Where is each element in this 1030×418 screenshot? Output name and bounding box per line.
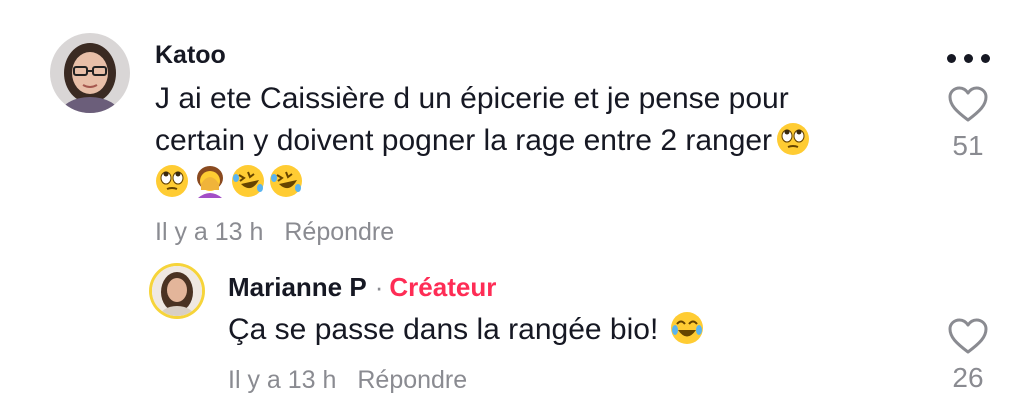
avatar[interactable] [152, 266, 202, 316]
comment-text: J ai ete Caissière d un épicerie et je p… [155, 78, 915, 204]
comment-meta: Il y a 13 h Répondre [155, 218, 394, 247]
comment-username[interactable]: Katoo [155, 41, 226, 70]
reply-button[interactable]: Répondre [284, 218, 394, 246]
more-options-icon[interactable] [947, 54, 991, 64]
creator-badge: Créateur [389, 272, 497, 302]
reply-meta: Il y a 13 h Répondre [228, 366, 467, 395]
reply-text: Ça se passe dans la rangée bio! [228, 309, 888, 351]
comment-text-line: J ai ete Caissière d un épicerie et je p… [155, 82, 789, 115]
like-count: 51 [952, 130, 984, 161]
reply-timestamp: Il y a 13 h [228, 366, 337, 394]
comment-emoji-line [155, 162, 915, 204]
woman-facepalming-emoji-icon [193, 164, 227, 198]
separator-dot: · [374, 272, 384, 302]
reply-text-content: Ça se passe dans la rangée bio! [228, 313, 659, 346]
reply-button[interactable]: Répondre [357, 366, 467, 394]
heart-outline-icon[interactable] [946, 316, 990, 356]
comment-timestamp: Il y a 13 h [155, 218, 264, 246]
reply-username[interactable]: Marianne P [228, 272, 367, 302]
rolling-eyes-emoji-icon [776, 122, 810, 156]
like-count: 26 [952, 362, 984, 393]
rolling-eyes-emoji-icon [155, 164, 189, 198]
rolling-laughing-emoji-icon [269, 164, 303, 198]
tears-of-joy-emoji-icon [670, 311, 704, 345]
comment-text-line: certain y doivent pogner la rage entre 2… [155, 120, 915, 162]
reply-username-row: Marianne P · Créateur [228, 272, 496, 303]
comment-text-line-2: certain y doivent pogner la rage entre 2… [155, 124, 773, 157]
avatar[interactable] [50, 33, 130, 113]
heart-outline-icon[interactable] [946, 84, 990, 124]
rolling-laughing-emoji-icon [231, 164, 265, 198]
